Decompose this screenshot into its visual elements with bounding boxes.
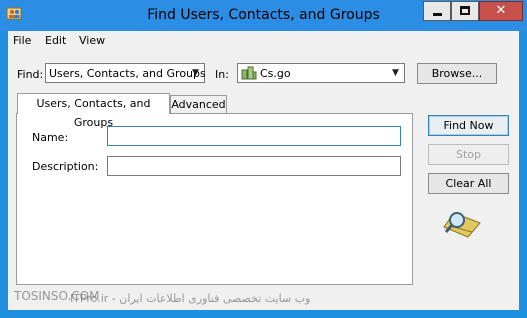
find-now-button[interactable]: Find Now — [428, 115, 509, 136]
find-type-value: Users, Contacts, and Groups — [49, 67, 206, 80]
domain-icon — [241, 66, 257, 80]
menu-file[interactable]: File — [13, 34, 31, 47]
minimize-button[interactable] — [423, 1, 451, 21]
maximize-button[interactable] — [451, 1, 479, 21]
clear-all-button[interactable]: Clear All — [428, 173, 509, 194]
in-location-value: Cs.go — [260, 67, 291, 80]
browse-button[interactable]: Browse... — [417, 63, 497, 84]
watermark-right: ITPro.ir - وب سایت تخصصی فناوری اطلاعات … — [70, 292, 311, 305]
close-button[interactable]: ✕ — [479, 1, 523, 21]
find-label: Find: — [17, 68, 44, 81]
tab-advanced[interactable]: Advanced — [170, 95, 227, 114]
stop-button[interactable]: Stop — [428, 144, 509, 165]
maximize-icon — [460, 6, 470, 15]
title-bar[interactable]: Find Users, Contacts, and Groups ✕ — [0, 0, 527, 31]
search-animation-icon — [443, 212, 481, 238]
minimize-icon — [433, 13, 442, 16]
menu-view[interactable]: View — [79, 34, 105, 47]
dialog-body: File Edit View Find: Users, Contacts, an… — [8, 31, 519, 310]
in-label: In: — [215, 68, 229, 81]
chevron-down-icon: ▼ — [392, 68, 399, 78]
name-label: Name: — [32, 131, 69, 144]
description-label: Description: — [32, 160, 99, 173]
menu-edit[interactable]: Edit — [45, 34, 66, 47]
chevron-down-icon: ▼ — [192, 68, 199, 78]
name-input[interactable] — [107, 126, 401, 146]
tab-users-contacts-groups[interactable]: Users, Contacts, and Groups — [17, 93, 170, 129]
menu-bar: File Edit View — [8, 31, 519, 51]
find-type-select[interactable]: Users, Contacts, and Groups ▼ — [45, 63, 206, 83]
in-location-select[interactable]: Cs.go ▼ — [237, 63, 405, 83]
description-input[interactable] — [107, 156, 401, 176]
close-icon: ✕ — [495, 3, 507, 18]
